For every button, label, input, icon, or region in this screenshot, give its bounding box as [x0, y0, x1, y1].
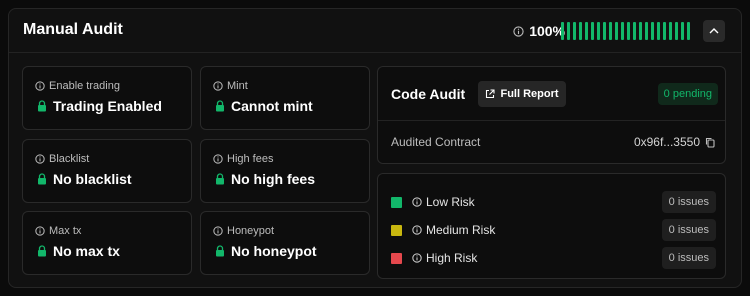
- contract-address-text: 0x96f...3550: [633, 135, 700, 149]
- progress-segment: [603, 22, 606, 40]
- progress-segment: [669, 22, 672, 40]
- info-icon[interactable]: [213, 81, 223, 91]
- collapse-button[interactable]: [703, 20, 725, 42]
- progress-segment: [657, 22, 660, 40]
- progress-segment: [591, 22, 594, 40]
- progress-segment: [615, 22, 618, 40]
- lock-icon: [216, 100, 224, 112]
- info-icon[interactable]: [213, 226, 223, 236]
- progress-segment: [639, 22, 642, 40]
- code-audit-title: Code Audit: [391, 86, 466, 102]
- full-report-button[interactable]: Full Report: [478, 81, 566, 107]
- risk-summary-card: Low Risk 0 issues Medium Risk 0 issues H…: [377, 173, 726, 279]
- check-label: High fees: [227, 153, 274, 165]
- check-value: No blacklist: [53, 171, 132, 187]
- progress-segment: [627, 22, 630, 40]
- progress-segment: [645, 22, 648, 40]
- check-value: No max tx: [53, 243, 120, 259]
- lock-icon: [38, 173, 46, 185]
- check-label: Max tx: [49, 225, 82, 237]
- check-card-high-fees: High fees No high fees: [200, 139, 370, 203]
- score-percent: 100%: [529, 23, 565, 39]
- audit-score: 100%: [513, 23, 565, 39]
- info-icon[interactable]: [513, 25, 524, 37]
- check-value: Cannot mint: [231, 98, 313, 114]
- info-icon[interactable]: [35, 81, 45, 91]
- progress-segment: [681, 22, 684, 40]
- issue-count-badge: 0 issues: [661, 219, 716, 241]
- divider: [378, 120, 725, 121]
- progress-segment: [633, 22, 636, 40]
- issue-count-badge: 0 issues: [661, 247, 716, 269]
- pending-badge: 0 pending: [657, 83, 718, 105]
- lock-icon: [216, 173, 224, 185]
- check-card-honeypot: Honeypot No honeypot: [200, 211, 370, 275]
- risk-row-high: High Risk 0 issues: [391, 247, 716, 269]
- panel-header: Manual Audit 100%: [9, 9, 741, 53]
- lock-icon: [38, 100, 46, 112]
- info-icon[interactable]: [35, 154, 45, 164]
- score-progress-bar: [561, 22, 693, 40]
- progress-segment: [573, 22, 576, 40]
- check-value: Trading Enabled: [53, 98, 162, 114]
- risk-label: High Risk: [426, 251, 478, 265]
- info-icon[interactable]: [412, 225, 422, 235]
- manual-audit-panel: Manual Audit 100% Enable trading Trading…: [8, 8, 742, 288]
- risk-swatch: [391, 252, 402, 264]
- progress-segment: [585, 22, 588, 40]
- progress-segment: [561, 22, 564, 40]
- issue-count-badge: 0 issues: [661, 191, 716, 213]
- risk-row-low: Low Risk 0 issues: [391, 191, 716, 213]
- risk-label: Low Risk: [426, 195, 475, 209]
- info-icon[interactable]: [412, 253, 422, 263]
- info-icon[interactable]: [213, 154, 223, 164]
- code-audit-card: Code Audit Full Report 0 pending Audited…: [377, 66, 726, 164]
- risk-row-medium: Medium Risk 0 issues: [391, 219, 716, 241]
- progress-segment: [675, 22, 678, 40]
- check-card-max-tx: Max tx No max tx: [22, 211, 192, 275]
- contract-address[interactable]: 0x96f...3550: [634, 135, 715, 149]
- audited-contract-label: Audited Contract: [391, 135, 481, 149]
- progress-segment: [687, 22, 690, 40]
- lock-icon: [216, 245, 224, 257]
- check-label: Honeypot: [227, 225, 275, 237]
- check-value: No high fees: [231, 171, 316, 187]
- panel-title: Manual Audit: [23, 21, 123, 38]
- check-card-blacklist: Blacklist No blacklist: [22, 139, 192, 203]
- progress-segment: [579, 22, 582, 40]
- full-report-label: Full Report: [500, 88, 559, 100]
- check-label: Mint: [227, 80, 248, 92]
- lock-icon: [38, 245, 46, 257]
- risk-swatch: [391, 224, 402, 236]
- progress-segment: [621, 22, 624, 40]
- progress-segment: [663, 22, 666, 40]
- info-icon[interactable]: [35, 226, 45, 236]
- check-card-mint: Mint Cannot mint: [200, 66, 370, 130]
- progress-segment: [609, 22, 612, 40]
- risk-swatch: [391, 196, 402, 208]
- risk-label: Medium Risk: [426, 223, 496, 237]
- external-link-icon: [486, 89, 496, 99]
- check-label: Blacklist: [49, 153, 90, 165]
- check-label: Enable trading: [49, 80, 120, 92]
- progress-segment: [597, 22, 600, 40]
- progress-segment: [567, 22, 570, 40]
- chevron-up-icon: [709, 28, 719, 34]
- check-value: No honeypot: [231, 243, 317, 259]
- copy-icon[interactable]: [705, 137, 715, 148]
- check-card-enable-trading: Enable trading Trading Enabled: [22, 66, 192, 130]
- info-icon[interactable]: [412, 197, 422, 207]
- progress-segment: [651, 22, 654, 40]
